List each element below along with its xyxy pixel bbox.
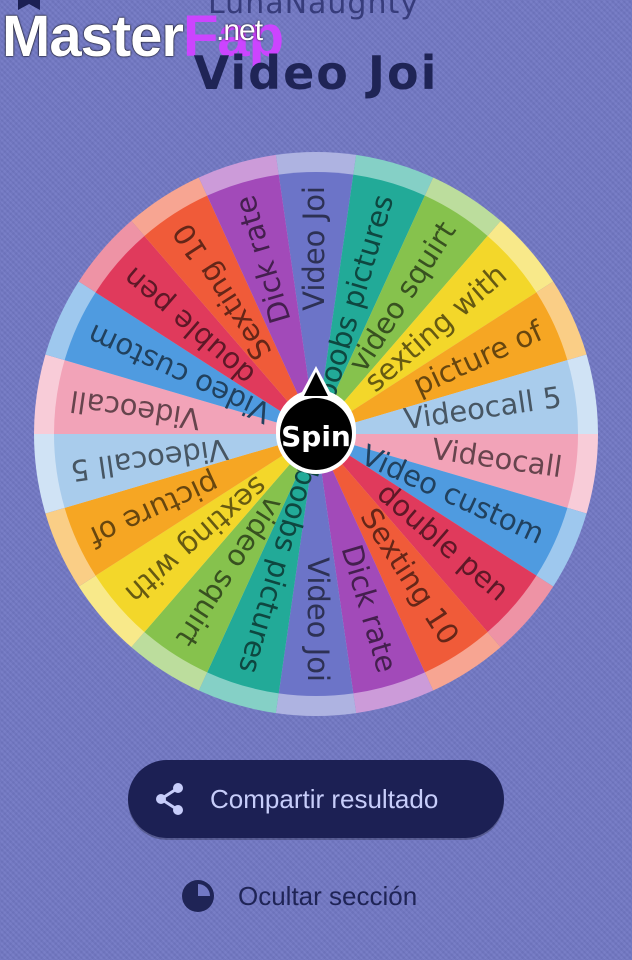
wheel-segment-label: Video Joi [301,557,335,682]
hide-section-label: Ocultar sección [238,880,418,911]
hide-section-button[interactable]: Ocultar sección [180,878,417,914]
spin-label: Spin [281,420,351,453]
share-result-button[interactable]: Compartir resultado [128,760,504,838]
wheel-segment-label: Video Joi [297,186,331,311]
share-result-label: Compartir resultado [210,783,439,814]
spin-wheel[interactable]: Video Joiboobs picturesvideo squirtsexti… [0,0,632,740]
pie-chart-icon [182,880,214,912]
share-icon [156,783,183,815]
